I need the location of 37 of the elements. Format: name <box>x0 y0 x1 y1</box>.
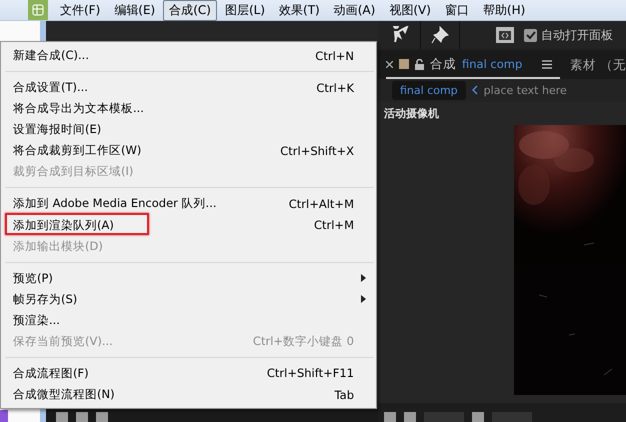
menu-item[interactable]: 预览(P) <box>3 268 374 289</box>
menu-bar-item[interactable]: 帮助(H) <box>476 0 532 20</box>
menu-item[interactable]: 合成流程图(F) Ctrl+Shift+F11 <box>3 362 374 384</box>
menu-item[interactable]: 新建合成(C)... Ctrl+N <box>3 45 374 66</box>
menu-item[interactable]: 添加到渲染队列(A) Ctrl+M <box>3 214 374 236</box>
viewer-label: 活动摄像机 <box>384 106 440 121</box>
menu-item[interactable]: 帧另存为(S) <box>3 288 374 310</box>
breadcrumb-item[interactable]: final comp <box>392 80 466 100</box>
tag-icon <box>0 410 8 422</box>
close-icon[interactable] <box>386 60 393 68</box>
menu-item[interactable]: 合成设置(T)... Ctrl+K <box>3 77 374 98</box>
menu-item[interactable]: 预渲染... <box>3 310 374 331</box>
menu-item[interactable]: 合成微型流程图(N) Tab <box>3 384 374 406</box>
menu-bar-item[interactable]: 文件(F) <box>54 0 106 20</box>
menu-bar-item[interactable]: 效果(T) <box>273 0 326 20</box>
checkbox-label: 自动打开面板 <box>541 26 613 44</box>
menu-bar-item[interactable]: 编辑(E) <box>108 0 162 20</box>
menu-bar-item[interactable]: 动画(A) <box>328 0 382 20</box>
menu-icon[interactable] <box>542 60 552 68</box>
brush-figure-icon[interactable] <box>390 26 410 44</box>
menu-bar-item[interactable]: 合成(C) <box>163 0 217 20</box>
chevron-left-icon[interactable] <box>472 85 478 96</box>
checkbox[interactable] <box>524 28 537 42</box>
menu-bar-item[interactable]: 窗口 <box>438 0 475 20</box>
footage-tab[interactable]: 素材 （无 <box>570 56 626 74</box>
menu-bar-item[interactable]: 视图(V) <box>383 0 437 20</box>
menu-item[interactable]: 添加到 Adobe Media Encoder 队列... Ctrl+Alt+M <box>3 193 374 214</box>
lock-icon[interactable] <box>415 58 424 70</box>
menu-bar-item[interactable]: 图层(L) <box>218 0 272 20</box>
pin-icon[interactable] <box>431 26 449 44</box>
app-icon[interactable] <box>28 0 48 20</box>
menu-item[interactable]: 设置海报时间(E) <box>3 119 374 140</box>
menu-item[interactable]: 将合成导出为文本模板... <box>3 98 374 120</box>
panel-icon[interactable] <box>496 27 514 43</box>
placeholder-text: place text here <box>484 84 567 97</box>
label-swatch <box>399 59 409 69</box>
menu-item[interactable]: 将合成裁剪到工作区(W) Ctrl+Shift+X <box>3 140 374 162</box>
